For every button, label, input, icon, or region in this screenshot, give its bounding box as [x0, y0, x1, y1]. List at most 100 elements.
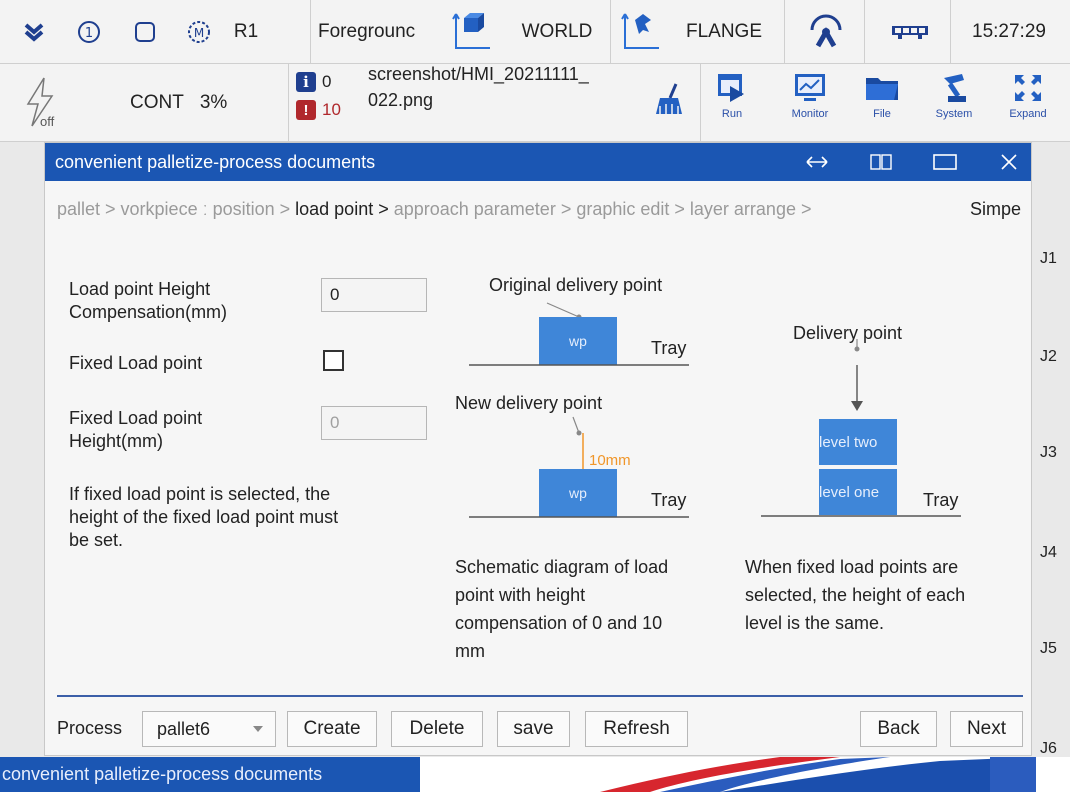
taskbar-corner [990, 757, 1036, 792]
maximize-icon[interactable] [925, 143, 965, 181]
wp-label-bottom: wp [568, 485, 587, 501]
load-point-schematic: Original delivery point wp Tray New deli… [455, 275, 689, 518]
create-button[interactable]: Create [287, 711, 377, 747]
wp-label-top: wp [568, 333, 587, 349]
left-caption-2: point with height [455, 585, 586, 605]
note-line-3: be set. [69, 530, 124, 550]
breadcrumb-next[interactable]: approach parameter > graphic edit > laye… [389, 199, 812, 219]
note-line-2: height of the fixed load point must [69, 507, 339, 527]
back-button[interactable]: Back [860, 711, 937, 747]
fixed-height-input[interactable]: 0 [321, 406, 427, 440]
tool-frame-label[interactable]: FLANGE [674, 0, 774, 64]
new-delivery-label: New delivery point [455, 393, 602, 413]
left-caption-3: compensation of 0 and 10 [455, 613, 663, 633]
taskbar-item[interactable]: convenient palletize-process documents [0, 757, 420, 792]
wallpaper-swoosh [600, 757, 1036, 792]
breadcrumb-previous[interactable]: pallet > vorkpiece ː position > [57, 199, 295, 219]
stop-square-icon[interactable] [130, 0, 160, 64]
joint-j6[interactable]: J6 [1040, 740, 1057, 758]
right-caption-2: selected, the height of each [745, 585, 966, 605]
expand-arrows-icon [1015, 75, 1041, 101]
level-one-label: level one [819, 484, 879, 501]
monitor-icon [795, 74, 825, 101]
breadcrumb-current: load point > [295, 199, 389, 219]
clear-broom-icon[interactable] [648, 80, 688, 120]
run-mode-label[interactable]: CONT [130, 92, 184, 114]
info-count: 0 [322, 72, 332, 91]
split-view-icon[interactable] [861, 143, 901, 181]
tool-frame-icon[interactable] [616, 0, 666, 64]
error-icon[interactable]: ! [296, 100, 316, 120]
message-line-2: 022.png [368, 90, 434, 110]
robot-system-icon [944, 74, 966, 102]
joint-j1[interactable]: J1 [1040, 250, 1057, 268]
folder-icon [866, 78, 898, 100]
left-caption-4: mm [455, 641, 485, 661]
monitor-label: Monitor [791, 108, 829, 120]
manual-mode-icon[interactable]: M [184, 0, 214, 64]
joint-j2[interactable]: J2 [1040, 348, 1057, 366]
file-label: File [873, 108, 891, 120]
save-button[interactable]: save [497, 711, 570, 747]
delivery-point-label: Delivery point [793, 323, 902, 343]
file-button[interactable]: File [854, 70, 910, 136]
process-label: Process [57, 718, 123, 738]
swap-width-icon[interactable] [797, 143, 837, 181]
system-label: System [935, 108, 973, 120]
run-icon [718, 74, 744, 102]
system-button[interactable]: System [926, 70, 982, 136]
note-line-1: If fixed load point is selected, the [69, 484, 331, 504]
fixed-load-point-schematic: Delivery point level two level one Tray [761, 323, 961, 517]
height-comp-label-2: Compensation(mm) [69, 302, 228, 322]
run-button[interactable]: Run [704, 70, 760, 136]
breadcrumb-last[interactable]: Simpe [970, 199, 1021, 220]
joint-j3[interactable]: J3 [1040, 444, 1057, 462]
robot-label[interactable]: R1 [226, 0, 266, 64]
fixed-height-label-2: Height(mm) [69, 431, 164, 451]
joint-column: J1 J2 J3 J4 J5 J6 [1036, 142, 1070, 792]
collapse-chevron-icon[interactable] [20, 0, 48, 64]
step-one-icon[interactable]: 1 [74, 0, 104, 64]
speed-label[interactable]: 3% [200, 92, 227, 114]
world-frame-icon[interactable] [448, 0, 496, 64]
fixed-load-point-label: Fixed Load point [69, 353, 203, 373]
coord-frame-label[interactable]: WORLD [512, 0, 602, 64]
joint-j5[interactable]: J5 [1040, 640, 1057, 658]
height-comp-input[interactable]: 0 [321, 278, 427, 312]
right-caption-3: level is the same. [745, 613, 885, 633]
tray-label-bottom: Tray [651, 490, 686, 510]
left-caption-1: Schematic diagram of load [455, 557, 669, 577]
expand-button[interactable]: Expand [1000, 70, 1056, 136]
power-off-icon[interactable]: off [20, 74, 60, 134]
joint-j4[interactable]: J4 [1040, 544, 1057, 562]
palletize-dialog: convenient palletize-process documents p… [44, 142, 1032, 756]
original-delivery-label: Original delivery point [489, 275, 662, 295]
monitor-button[interactable]: Monitor [782, 70, 838, 136]
dropdown-arrow-icon [253, 726, 263, 732]
error-count: 10 [322, 100, 341, 119]
fixed-load-point-checkbox[interactable] [323, 350, 344, 371]
close-icon[interactable] [989, 143, 1029, 181]
expand-label: Expand [1009, 108, 1047, 120]
process-select[interactable]: pallet6 [142, 711, 276, 747]
foreground-mode[interactable]: Foregrounc [318, 0, 438, 64]
svg-text:M: M [194, 26, 204, 40]
robot-arm-icon[interactable] [798, 0, 854, 64]
process-select-value: pallet6 [157, 718, 211, 739]
toolbar: off CONT 3% i 0 ! 10 screenshot/HMI_2021… [0, 64, 1070, 142]
level-two-label: level two [819, 434, 877, 451]
taskbar-background [420, 757, 1036, 792]
tray-label-top: Tray [651, 338, 686, 358]
taskbar: convenient palletize-process documents [0, 757, 1070, 792]
offset-10mm-label: 10mm [589, 452, 631, 469]
tray-label-right: Tray [923, 490, 958, 510]
battery-icon [880, 0, 940, 64]
breadcrumb: pallet > vorkpiece ː position > load poi… [57, 199, 811, 220]
info-icon[interactable]: i [296, 72, 316, 92]
next-button[interactable]: Next [950, 711, 1023, 747]
delete-button[interactable]: Delete [391, 711, 483, 747]
refresh-button[interactable]: Refresh [585, 711, 688, 747]
fixed-height-label-1: Fixed Load point [69, 408, 203, 428]
dialog-title-bar: convenient palletize-process documents [45, 143, 1031, 181]
svg-text:1: 1 [85, 26, 93, 41]
